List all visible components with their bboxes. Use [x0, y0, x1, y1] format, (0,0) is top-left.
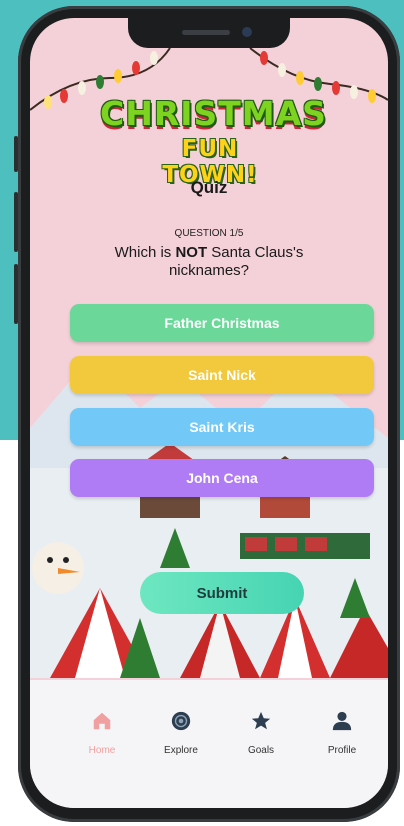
- profile-icon: [332, 711, 352, 731]
- answer-option-2-label: Saint Nick: [188, 367, 256, 383]
- tab-goals[interactable]: Goals: [231, 710, 291, 757]
- explore-icon: [171, 711, 191, 731]
- answer-option-3-label: Saint Kris: [189, 419, 255, 435]
- bottom-tab-bar: Home Explore Goals Profile: [30, 680, 388, 808]
- page-title: Quiz: [190, 178, 228, 197]
- tab-explore-label: Explore: [164, 745, 198, 756]
- question-emphasis: NOT: [175, 244, 208, 261]
- phone-volume-down-button: [14, 264, 18, 324]
- tab-goals-label: Goals: [247, 745, 275, 756]
- app-screen: CHRISTMAS FUN TOWN! Quiz QUESTION 1/5 Wh…: [30, 18, 388, 808]
- star-icon: [251, 711, 271, 730]
- question-text: Which is NOT Santa Claus's nicknames?: [100, 244, 318, 280]
- question-prefix: Which is: [114, 244, 176, 261]
- phone-volume-up-button: [14, 192, 18, 252]
- tab-explore[interactable]: Explore: [151, 710, 211, 757]
- submit-button[interactable]: Submit: [140, 572, 304, 614]
- front-camera: [242, 27, 252, 37]
- tab-home[interactable]: Home: [72, 710, 132, 757]
- speaker-grille: [182, 30, 230, 35]
- answer-option-4-label: John Cena: [186, 470, 258, 486]
- phone-notch: [128, 18, 290, 48]
- tab-home-label: Home: [88, 745, 116, 756]
- answer-option-3[interactable]: Saint Kris: [70, 408, 374, 446]
- answer-option-4[interactable]: John Cena: [70, 459, 374, 497]
- tab-profile-label: Profile: [327, 745, 357, 756]
- tab-profile[interactable]: Profile: [312, 710, 372, 757]
- submit-button-label: Submit: [196, 584, 248, 602]
- answer-option-2[interactable]: Saint Nick: [70, 356, 374, 394]
- answer-option-1-label: Father Christmas: [164, 315, 280, 331]
- phone-mute-button: [14, 136, 18, 172]
- home-icon: [93, 712, 111, 730]
- logo-title: CHRISTMAS: [100, 94, 327, 133]
- question-number: QUESTION 1/5: [174, 228, 244, 239]
- answer-option-1[interactable]: Father Christmas: [70, 304, 374, 342]
